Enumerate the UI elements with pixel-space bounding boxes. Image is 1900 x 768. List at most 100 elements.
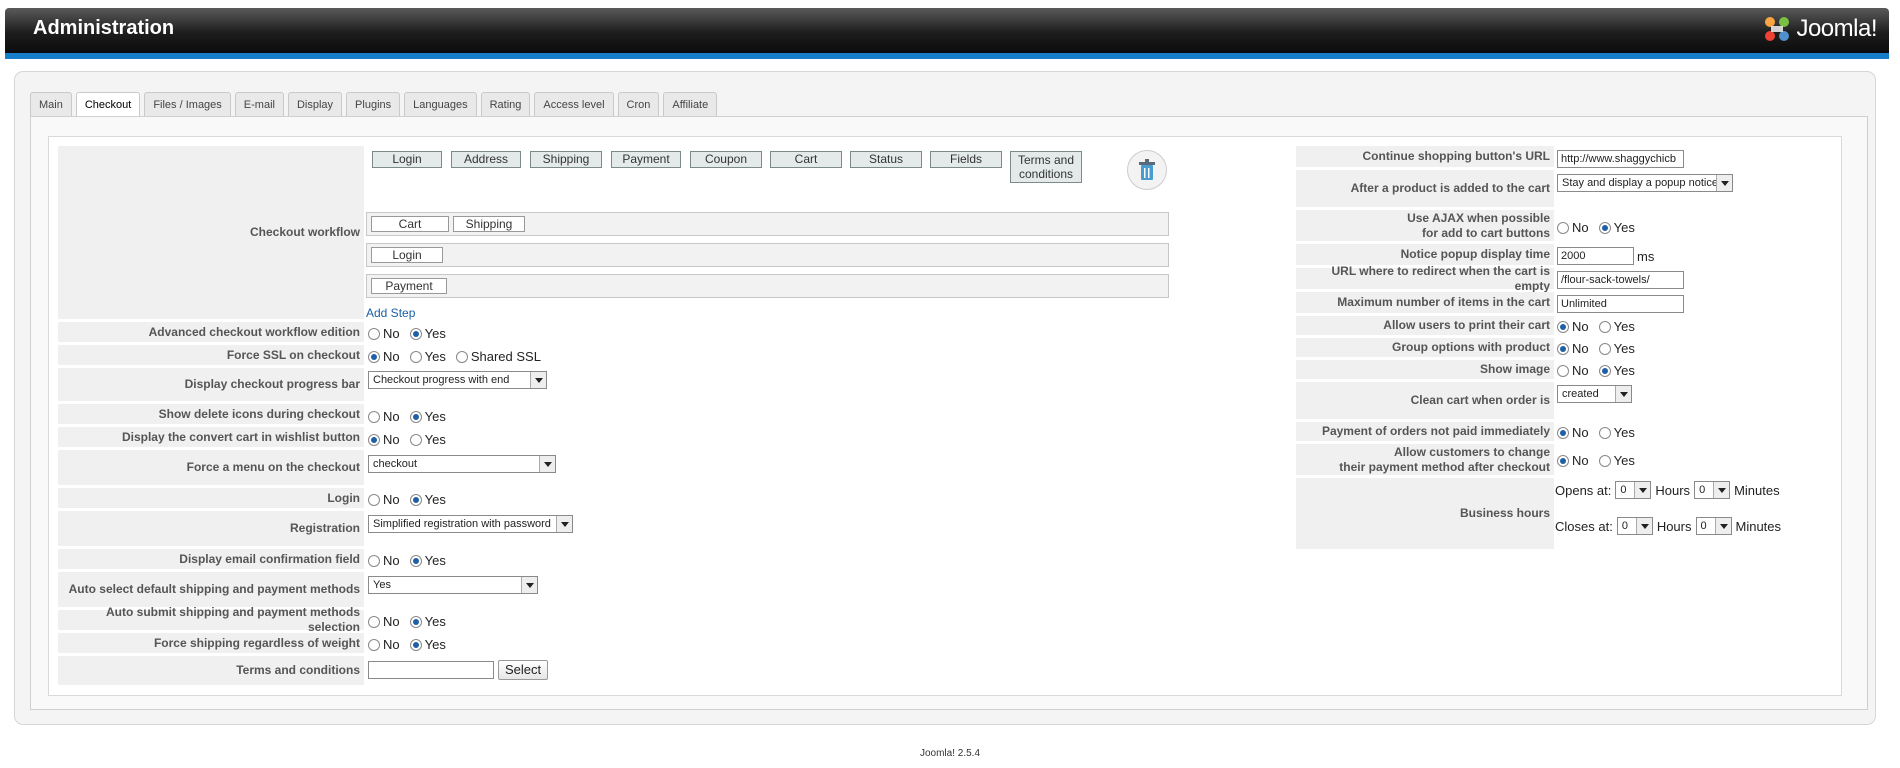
wishlist-no-radio[interactable] [368,433,380,446]
ssl-no-radio[interactable] [368,350,380,363]
force-shipping-no-radio[interactable] [368,638,380,651]
empty-redirect-input[interactable]: /flour-sack-towels/ [1557,271,1684,289]
chevron-down-icon [1716,175,1732,191]
wishlist-yes-radio[interactable] [409,433,422,446]
tab-cron[interactable]: Cron [617,92,660,116]
auto-submit-no-radio[interactable] [368,615,380,628]
delete-icons-no-radio[interactable] [368,410,380,423]
login-yes-radio[interactable] [409,493,422,506]
continue-url-input[interactable]: http://www.shaggychicb [1557,150,1684,168]
popup-time-input[interactable]: 2000 [1557,247,1634,265]
step-fields-button[interactable]: Fields [930,151,1002,168]
advanced-yes-radio[interactable] [409,327,422,340]
advanced-no-radio[interactable] [368,327,380,340]
after-add-select[interactable]: Stay and display a popup notice [1557,174,1733,192]
force-shipping-yes-radio[interactable] [409,638,422,651]
workflow-step-payment[interactable]: Payment [371,278,447,294]
workflow-step-cart[interactable]: Cart [371,216,449,232]
tab-access-level[interactable]: Access level [534,92,614,116]
tab-affiliate[interactable]: Affiliate [663,92,718,116]
force-menu-control: checkout [368,455,556,473]
ajax-no-radio[interactable] [1557,221,1569,234]
progress-bar-control: Checkout progress with end [368,371,547,389]
print-cart-no-radio[interactable] [1557,320,1569,333]
ajax-yes-radio[interactable] [1598,221,1611,234]
show-image-yes-radio[interactable] [1598,364,1611,377]
radio-label: No [383,349,400,364]
auto-submit-yes-radio[interactable] [409,615,422,628]
delete-icons-yes-radio[interactable] [409,410,422,423]
unpaid-yes-radio[interactable] [1598,426,1611,439]
terms-input[interactable] [368,661,494,679]
label-delete-icons: Show delete icons during checkout [58,404,364,425]
workflow-step-login[interactable]: Login [371,247,443,263]
hours-label: Hours [1655,482,1691,498]
joomla-logo: Joomla! [1762,13,1877,45]
print-cart-yes-radio[interactable] [1598,320,1611,333]
tab-email[interactable]: E-mail [234,92,284,116]
group-options-no-radio[interactable] [1557,342,1569,355]
workflow-row-2[interactable]: Login [366,243,1169,267]
registration-select[interactable]: Simplified registration with password [368,515,573,533]
radio-label: No [383,326,400,341]
tab-plugins[interactable]: Plugins [346,92,401,116]
show-image-no-radio[interactable] [1557,364,1569,377]
change-payment-yes-radio[interactable] [1598,454,1611,467]
ssl-yes-radio[interactable] [409,350,422,363]
force-menu-select[interactable]: checkout [368,455,556,473]
change-payment-no-radio[interactable] [1557,454,1569,467]
step-status-button[interactable]: Status [850,151,922,168]
tab-languages[interactable]: Languages [404,92,477,116]
close-minute-select[interactable]: 0 [1695,517,1732,535]
tab-display[interactable]: Display [287,92,343,116]
group-options-yes-radio[interactable] [1598,342,1611,355]
unpaid-no-radio[interactable] [1557,426,1569,439]
ssl-shared-radio[interactable] [455,350,468,363]
open-hour-select[interactable]: 0 [1615,481,1652,499]
step-shipping-button[interactable]: Shipping [530,151,602,168]
label-force-shipping: Force shipping regardless of weight [58,633,364,654]
radio-label: Yes [1613,363,1635,378]
step-payment-button[interactable]: Payment [611,151,681,168]
popup-time-unit: ms [1637,248,1655,264]
login-no-radio[interactable] [368,493,380,506]
open-minute-select[interactable]: 0 [1694,481,1731,499]
label-text: Force a menu on the checkout [186,460,360,474]
radio-label: Yes [424,553,446,568]
email-confirm-no-radio[interactable] [368,554,380,567]
terms-select-button[interactable]: Select [498,660,549,680]
step-terms-button[interactable]: Terms and conditions [1010,151,1082,183]
trash-icon[interactable] [1127,150,1167,190]
radio-label: Yes [424,432,446,447]
workflow-step-shipping[interactable]: Shipping [453,216,525,232]
email-confirm-yes-radio[interactable] [409,554,422,567]
tab-main[interactable]: Main [30,92,72,116]
step-coupon-button[interactable]: Coupon [690,151,762,168]
close-hour-select[interactable]: 0 [1616,517,1653,535]
label-login: Login [58,488,364,509]
workflow-row-3[interactable]: Payment [366,274,1169,298]
step-login-button[interactable]: Login [372,151,442,168]
step-address-button[interactable]: Address [451,151,521,168]
trash-icon-glyph [1139,159,1155,180]
tab-files-images[interactable]: Files / Images [144,92,231,116]
chevron-down-icon [556,516,572,532]
joomla-logo-text: Joomla! [1796,15,1877,42]
radio-label: Yes [424,349,446,364]
progress-bar-select[interactable]: Checkout progress with end [368,371,547,389]
select-value: Stay and display a popup notice [1562,177,1718,189]
max-items-input[interactable]: Unlimited [1557,295,1684,313]
auto-select-select[interactable]: Yes [368,576,538,594]
add-step-link[interactable]: Add Step [366,306,415,320]
tab-rating[interactable]: Rating [480,92,531,116]
clean-cart-select[interactable]: created [1557,385,1632,403]
label-text: Registration [289,521,360,535]
terms-control: Select [368,660,549,680]
tab-checkout[interactable]: Checkout [75,92,141,117]
label-business-hours: Business hours [1296,478,1554,550]
after-add-control: Stay and display a popup notice [1557,174,1733,192]
workflow-row-1[interactable]: Cart Shipping [366,212,1169,236]
ajax-control: No Yes [1557,220,1643,235]
select-value: created [1562,388,1599,400]
step-cart-button[interactable]: Cart [770,151,842,168]
